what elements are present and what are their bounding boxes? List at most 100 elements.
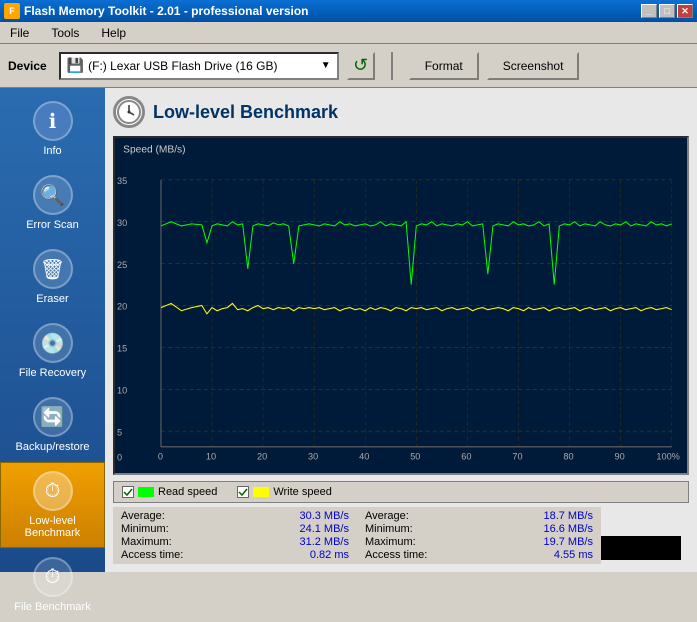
read-speed-color (138, 487, 154, 497)
low-level-benchmark-icon: ⏱ (33, 471, 73, 511)
svg-text:10: 10 (117, 385, 127, 395)
benchmark-clock-icon (113, 96, 145, 128)
device-name: (F:) Lexar USB Flash Drive (16 GB) (88, 59, 277, 73)
app-icon: F (4, 3, 20, 19)
sidebar-item-error-scan[interactable]: 🔍 Error Scan (0, 166, 105, 240)
write-access-time-line: Access time: 4.55 ms (365, 549, 593, 561)
write-maximum-label: Maximum: (365, 536, 416, 548)
menu-bar: File Tools Help (0, 22, 697, 44)
device-label: Device (8, 59, 47, 73)
read-speed-legend[interactable]: Read speed (122, 486, 217, 498)
svg-text:35: 35 (117, 176, 127, 186)
read-minimum-value: 24.1 MB/s (299, 523, 349, 535)
read-access-time-label: Access time: (121, 549, 183, 561)
content-header: Low-level Benchmark (113, 96, 689, 128)
svg-text:70: 70 (512, 451, 522, 461)
sidebar-item-file-recovery[interactable]: 💿 File Recovery (0, 314, 105, 388)
sidebar-label-info: Info (43, 145, 61, 157)
write-average-value: 18.7 MB/s (543, 510, 593, 522)
svg-text:25: 25 (117, 260, 127, 270)
sidebar-label-file-benchmark: File Benchmark (14, 601, 90, 613)
write-speed-label: Write speed (273, 486, 332, 498)
stats-area: Average: 30.3 MB/s Minimum: 24.1 MB/s Ma… (113, 507, 689, 564)
refresh-button[interactable]: ↺ (347, 52, 375, 80)
write-minimum-value: 16.6 MB/s (543, 523, 593, 535)
write-maximum-line: Maximum: 19.7 MB/s (365, 536, 593, 548)
svg-text:90: 90 (614, 451, 624, 461)
write-access-time-value: 4.55 ms (554, 549, 593, 561)
read-stats: Average: 30.3 MB/s Minimum: 24.1 MB/s Ma… (113, 507, 357, 564)
menu-tools[interactable]: Tools (45, 24, 85, 42)
svg-text:80: 80 (563, 451, 573, 461)
write-maximum-value: 19.7 MB/s (543, 536, 593, 548)
write-average-line: Average: 18.7 MB/s (365, 510, 593, 522)
write-access-time-label: Access time: (365, 549, 427, 561)
info-icon: ℹ (33, 101, 73, 141)
menu-help[interactable]: Help (95, 24, 132, 42)
svg-text:100%: 100% (656, 451, 679, 461)
svg-text:30: 30 (117, 218, 127, 228)
content-title: Low-level Benchmark (153, 102, 338, 123)
title-bar: F Flash Memory Toolkit - 2.01 - professi… (0, 0, 697, 22)
refresh-icon: ↺ (353, 55, 368, 76)
device-selector[interactable]: 💾 (F:) Lexar USB Flash Drive (16 GB) ▼ (59, 52, 339, 80)
svg-text:20: 20 (257, 451, 267, 461)
sidebar-item-file-benchmark[interactable]: ⏱ File Benchmark (0, 548, 105, 622)
read-minimum-line: Minimum: 24.1 MB/s (121, 523, 349, 535)
write-speed-color (253, 487, 269, 497)
screenshot-button[interactable]: Screenshot (487, 52, 580, 80)
sidebar-item-low-level-benchmark[interactable]: ⏱ Low-level Benchmark (0, 462, 105, 548)
sidebar-item-backup-restore[interactable]: 🔄 Backup/restore (0, 388, 105, 462)
menu-file[interactable]: File (4, 24, 35, 42)
read-average-value: 30.3 MB/s (299, 510, 349, 522)
read-minimum-label: Minimum: (121, 523, 169, 535)
toolbar: Device 💾 (F:) Lexar USB Flash Drive (16 … (0, 44, 697, 88)
main-layout: ℹ Info 🔍 Error Scan 🗑 Eraser 💿 File Reco… (0, 88, 697, 572)
chart-legend: Read speed Write speed (113, 481, 689, 503)
app-title: Flash Memory Toolkit - 2.01 - profession… (24, 4, 309, 18)
error-scan-icon: 🔍 (33, 175, 73, 215)
write-minimum-label: Minimum: (365, 523, 413, 535)
svg-text:20: 20 (117, 302, 127, 312)
sidebar-label-backup-restore: Backup/restore (16, 441, 90, 453)
read-access-time-value: 0.82 ms (310, 549, 349, 561)
sidebar-item-info[interactable]: ℹ Info (0, 92, 105, 166)
read-maximum-value: 31.2 MB/s (299, 536, 349, 548)
window-controls: _ □ ✕ (641, 4, 693, 18)
file-recovery-icon: 💿 (33, 323, 73, 363)
benchmark-chart: Speed (MB/s) 35 30 25 20 15 10 5 0 (113, 136, 689, 475)
write-speed-checkbox[interactable] (237, 486, 249, 498)
sidebar-label-eraser: Eraser (36, 293, 68, 305)
write-speed-legend[interactable]: Write speed (237, 486, 332, 498)
sidebar-label-error-scan: Error Scan (26, 219, 79, 231)
read-speed-checkbox[interactable] (122, 486, 134, 498)
svg-text:60: 60 (461, 451, 471, 461)
sidebar-label-file-recovery: File Recovery (19, 367, 86, 379)
write-stats: Average: 18.7 MB/s Minimum: 16.6 MB/s Ma… (357, 507, 601, 564)
format-button[interactable]: Format (409, 52, 479, 80)
backup-restore-icon: 🔄 (33, 397, 73, 437)
read-speed-label: Read speed (158, 486, 217, 498)
read-average-line: Average: 30.3 MB/s (121, 510, 349, 522)
close-button[interactable]: ✕ (677, 4, 693, 18)
svg-text:5: 5 (117, 427, 122, 437)
minimize-button[interactable]: _ (641, 4, 657, 18)
content-area: Low-level Benchmark Speed (MB/s) 35 (105, 88, 697, 572)
sidebar-label-low-level-benchmark: Low-level Benchmark (5, 515, 100, 539)
svg-text:0: 0 (158, 451, 163, 461)
maximize-button[interactable]: □ (659, 4, 675, 18)
dropdown-arrow-icon: ▼ (321, 60, 331, 71)
svg-text:10: 10 (206, 451, 216, 461)
svg-text:50: 50 (410, 451, 420, 461)
svg-text:30: 30 (308, 451, 318, 461)
read-maximum-label: Maximum: (121, 536, 172, 548)
redacted-area (601, 536, 681, 560)
svg-text:40: 40 (359, 451, 369, 461)
toolbar-separator (391, 52, 393, 80)
sidebar: ℹ Info 🔍 Error Scan 🗑 Eraser 💿 File Reco… (0, 88, 105, 572)
sidebar-item-eraser[interactable]: 🗑 Eraser (0, 240, 105, 314)
write-minimum-line: Minimum: 16.6 MB/s (365, 523, 593, 535)
svg-text:0: 0 (117, 452, 122, 462)
file-benchmark-icon: ⏱ (33, 557, 73, 597)
svg-text:15: 15 (117, 343, 127, 353)
